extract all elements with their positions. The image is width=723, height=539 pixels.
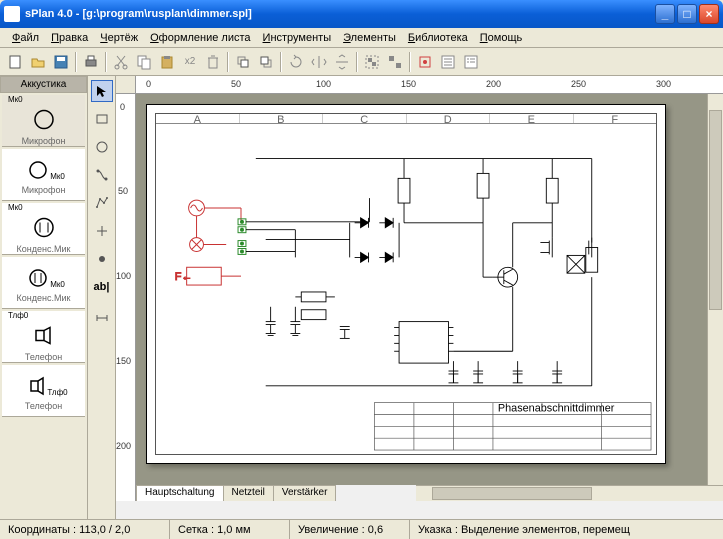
title-bar: sPlan 4.0 - [g:\program\rusplan\dimmer.s…: [0, 0, 723, 28]
status-hint: Указка : Выделение элементов, перемещ: [410, 520, 723, 539]
library-item[interactable]: Тлф0 Телефон: [2, 311, 85, 363]
mirror-v-icon[interactable]: [331, 51, 353, 73]
status-grid: Сетка : 1,0 мм: [170, 520, 290, 539]
sheet-tabs: Hauptschaltung Netzteil Verstärker: [136, 485, 335, 501]
cut-icon[interactable]: [110, 51, 132, 73]
send-back-icon[interactable]: [255, 51, 277, 73]
menu-edit[interactable]: Правка: [45, 30, 94, 46]
tool-rect[interactable]: [91, 108, 113, 130]
ruler-vertical: 0 50 100 150 200: [116, 94, 136, 501]
ungroup-icon[interactable]: [384, 51, 406, 73]
save-file-icon[interactable]: [50, 51, 72, 73]
menu-bar: Файл Правка Чертёж Оформление листа Инст…: [0, 28, 723, 48]
menu-sheet[interactable]: Оформление листа: [144, 30, 256, 46]
drawing-toolbox: ab|: [88, 76, 116, 519]
sheet-tab[interactable]: Hauptschaltung: [136, 485, 224, 501]
status-zoom: Увеличение : 0,6: [290, 520, 410, 539]
toolbar-main: x2: [0, 48, 723, 76]
tool-junction[interactable]: [91, 248, 113, 270]
library-panel: Аккустика Мк0 Микрофон Мк0 Микрофон Мк0 …: [0, 76, 88, 519]
open-file-icon[interactable]: [27, 51, 49, 73]
status-bar: Координаты : 113,0 / 2,0 Сетка : 1,0 мм …: [0, 519, 723, 539]
tool-circle[interactable]: [91, 136, 113, 158]
schematic-sheet: A B C D E F: [146, 104, 666, 464]
delete-icon[interactable]: [202, 51, 224, 73]
close-button[interactable]: ×: [699, 4, 719, 24]
paste-icon[interactable]: [156, 51, 178, 73]
minimize-button[interactable]: _: [655, 4, 675, 24]
menu-library[interactable]: Библиотека: [402, 30, 474, 46]
print-icon[interactable]: [80, 51, 102, 73]
status-coords: Координаты : 113,0 / 2,0: [0, 520, 170, 539]
group-icon[interactable]: [361, 51, 383, 73]
library-item[interactable]: Мк0 Микрофон: [2, 149, 85, 201]
tool-pointer[interactable]: [91, 80, 113, 102]
ruler-horizontal: 0 50 100 150 200 250 300: [136, 76, 723, 94]
drawing-canvas[interactable]: A B C D E F: [136, 94, 707, 485]
renumber-icon[interactable]: [437, 51, 459, 73]
new-file-icon[interactable]: [4, 51, 26, 73]
library-item[interactable]: Тлф0 Телефон: [2, 365, 85, 417]
library-item[interactable]: Мк0 Конденс.Мик: [2, 257, 85, 309]
maximize-button[interactable]: □: [677, 4, 697, 24]
rotate-icon[interactable]: [285, 51, 307, 73]
tool-polygon[interactable]: [91, 192, 113, 214]
svg-text:F←: F←: [175, 271, 193, 283]
snap-icon[interactable]: [414, 51, 436, 73]
duplicate-icon[interactable]: x2: [179, 51, 201, 73]
library-item[interactable]: Мк0 Микрофон: [2, 95, 85, 147]
window-title: sPlan 4.0 - [g:\program\rusplan\dimmer.s…: [25, 8, 655, 20]
sheet-tab[interactable]: Verstärker: [273, 485, 337, 501]
bring-front-icon[interactable]: [232, 51, 254, 73]
menu-help[interactable]: Помощь: [474, 30, 529, 46]
copy-icon[interactable]: [133, 51, 155, 73]
tool-measure[interactable]: [91, 304, 113, 326]
sheet-tab[interactable]: Netzteil: [223, 485, 274, 501]
tool-text[interactable]: ab|: [91, 276, 113, 298]
tool-special[interactable]: [91, 164, 113, 186]
menu-drawing[interactable]: Чертёж: [94, 30, 144, 46]
app-icon: [4, 6, 20, 22]
mirror-h-icon[interactable]: [308, 51, 330, 73]
menu-file[interactable]: Файл: [6, 30, 45, 46]
horizontal-scrollbar[interactable]: [416, 485, 723, 501]
canvas-area: 0 50 100 150 200 250 300 0 50 100 150 20…: [116, 76, 723, 519]
vertical-scrollbar[interactable]: [707, 94, 723, 485]
ruler-corner: [116, 76, 136, 94]
tool-line[interactable]: [91, 220, 113, 242]
menu-tools[interactable]: Инструменты: [257, 30, 338, 46]
library-category-tab[interactable]: Аккустика: [0, 76, 87, 93]
library-item[interactable]: Мк0 Конденс.Мик: [2, 203, 85, 255]
menu-elements[interactable]: Элементы: [337, 30, 402, 46]
titleblock-title: Phasenabschnittdimmer: [498, 403, 615, 415]
list-icon[interactable]: [460, 51, 482, 73]
